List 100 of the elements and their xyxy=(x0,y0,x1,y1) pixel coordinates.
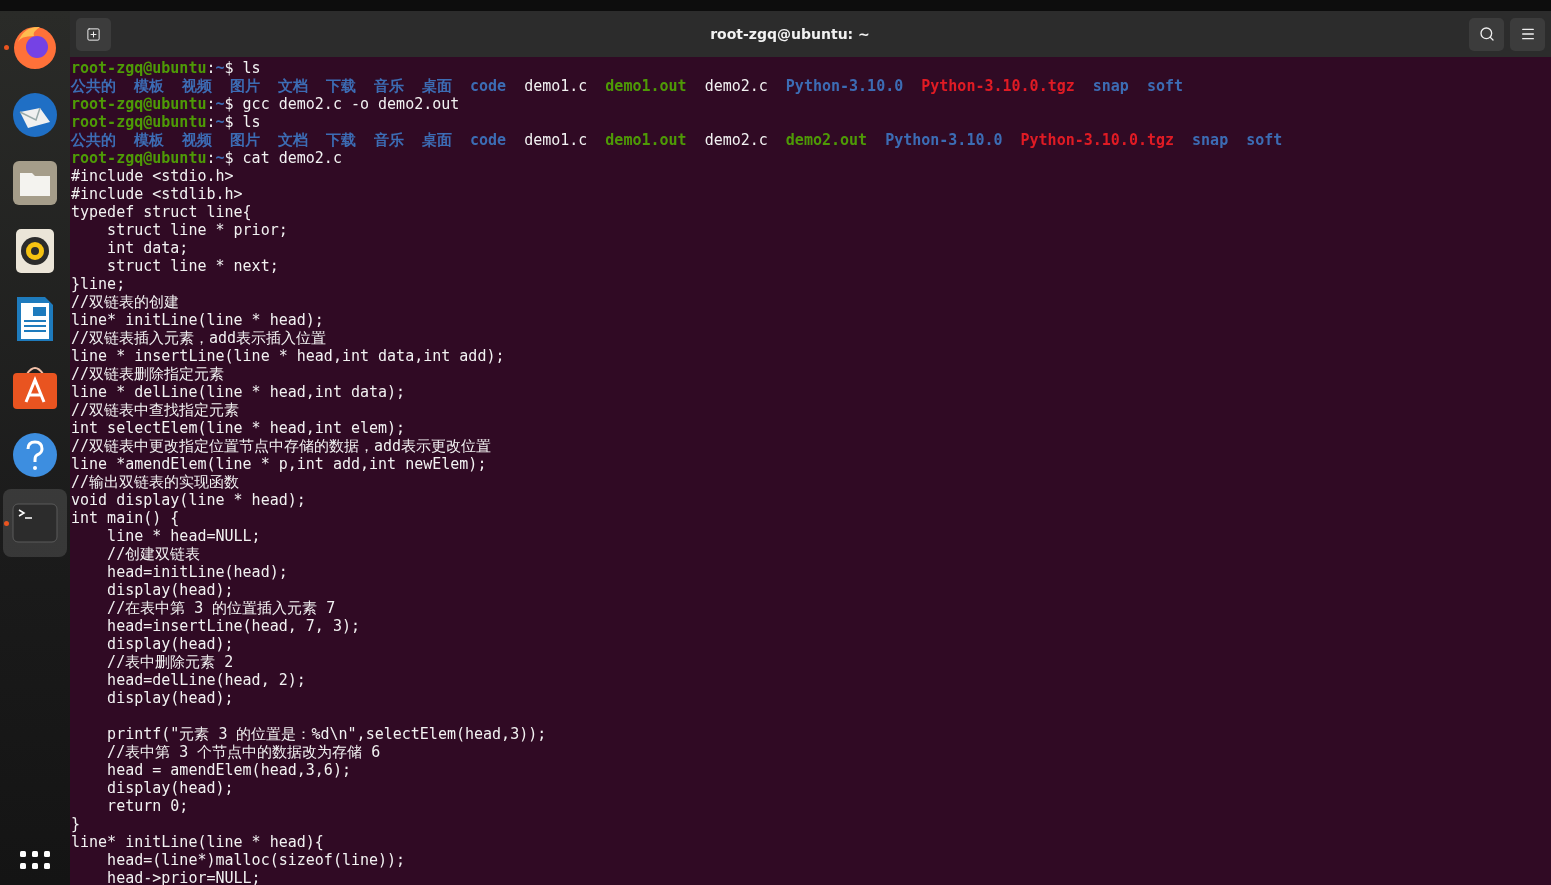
prompt-separator: : xyxy=(206,149,216,167)
command-text: $ ls xyxy=(224,59,261,77)
code-line: display(head); xyxy=(106,635,234,653)
code-line: struct line * next; xyxy=(106,257,279,275)
file-entry: 图片 xyxy=(230,131,260,149)
prompt-user: root-zgq@ubuntu xyxy=(71,113,207,131)
code-line: line * delLine(line * head,int data); xyxy=(71,383,406,401)
file-entry: code xyxy=(470,131,507,149)
prompt-user: root-zgq@ubuntu xyxy=(71,59,207,77)
code-line: //表中第 3 个节点中的数据改为存储 6 xyxy=(106,743,381,761)
code-line: head=initLine(head); xyxy=(106,563,288,581)
code-line: int selectElem(line * head,int elem); xyxy=(71,419,406,437)
file-entry: demo1.out xyxy=(605,77,687,95)
code-line: //双链表删除指定元素 xyxy=(71,365,225,383)
file-entry: 音乐 xyxy=(374,131,404,149)
file-entry: 桌面 xyxy=(422,131,452,149)
file-entry: Python-3.10.0.tgz xyxy=(1020,131,1175,149)
code-line: //双链表插入元素，add表示插入位置 xyxy=(71,329,327,347)
code-line: head=(line*)malloc(sizeof(line)); xyxy=(106,851,406,869)
file-entry: code xyxy=(470,77,507,95)
terminal-icon[interactable] xyxy=(12,503,58,543)
file-entry: 下载 xyxy=(326,77,356,95)
search-icon xyxy=(1478,26,1495,42)
code-line: head=delLine(head, 2); xyxy=(106,671,306,689)
code-line: //创建双链表 xyxy=(106,545,201,563)
code-line: void display(line * head); xyxy=(71,491,306,509)
code-line: return 0; xyxy=(106,797,189,815)
prompt-user: root-zgq@ubuntu xyxy=(71,149,207,167)
file-entry: 图片 xyxy=(230,77,260,95)
folder-icon[interactable] xyxy=(12,160,58,206)
code-line: //表中删除元素 2 xyxy=(106,653,234,671)
prompt-path: ~ xyxy=(215,113,225,131)
prompt-user: root-zgq@ubuntu xyxy=(71,95,207,113)
code-line: struct line * prior; xyxy=(106,221,288,239)
code-line: } xyxy=(71,815,81,833)
prompt-separator: : xyxy=(206,113,216,131)
file-entry: Python-3.10.0.tgz xyxy=(921,77,1075,95)
command-text: $ ls xyxy=(224,113,261,131)
code-line: //双链表的创建 xyxy=(71,293,180,311)
file-entry: 音乐 xyxy=(374,77,404,95)
code-line: //双链表中更改指定位置节点中存储的数据，add表示更改位置 xyxy=(71,437,492,455)
file-entry: demo1.out xyxy=(605,131,687,149)
shopping-bag-icon[interactable] xyxy=(12,364,58,410)
document-icon[interactable] xyxy=(15,295,55,343)
file-entry: snap xyxy=(1092,77,1129,95)
search-button[interactable] xyxy=(1469,17,1504,51)
file-entry: demo1.c xyxy=(524,77,588,95)
new-tab-button[interactable] xyxy=(76,17,111,51)
file-entry: demo2.c xyxy=(704,77,768,95)
prompt-path: ~ xyxy=(215,95,225,113)
file-entry: 模板 xyxy=(134,77,164,95)
prompt-separator: : xyxy=(206,59,216,77)
file-entry: Python-3.10.0 xyxy=(885,131,1003,149)
code-line: printf("元素 3 的位置是：%d\n",selectElem(head,3)); xyxy=(106,725,547,743)
prompt-path: ~ xyxy=(215,59,225,77)
file-entry: demo1.c xyxy=(524,131,588,149)
code-line: //在表中第 3 的位置插入元素 7 xyxy=(106,599,336,617)
prompt-separator: : xyxy=(206,95,216,113)
code-line: line *amendElem(line * p,int add,int newElem); xyxy=(71,455,487,473)
code-line: head=insertLine(head, 7, 3); xyxy=(106,617,360,635)
code-line: #include <stdio.h> xyxy=(71,167,234,185)
file-entry: demo2.out xyxy=(785,131,868,149)
menu-icon xyxy=(1519,26,1536,42)
new-tab-icon xyxy=(86,26,101,42)
help-icon[interactable] xyxy=(12,432,58,478)
code-line: display(head); xyxy=(106,581,234,599)
code-line: display(head); xyxy=(106,689,234,707)
mail-bird-icon[interactable] xyxy=(10,90,60,140)
file-entry: 桌面 xyxy=(422,77,452,95)
code-line: #include <stdlib.h> xyxy=(71,185,243,203)
code-line: //输出双链表的实现函数 xyxy=(71,473,240,491)
file-entry: 下载 xyxy=(326,131,356,149)
file-entry: 公共的 xyxy=(71,77,116,95)
file-entry: snap xyxy=(1192,131,1229,149)
code-line: int main() { xyxy=(71,509,180,527)
file-entry: 文档 xyxy=(278,131,308,149)
file-entry: Python-3.10.0 xyxy=(785,77,904,95)
file-entry: 视频 xyxy=(182,131,212,149)
file-entry: 视频 xyxy=(182,77,212,95)
speaker-icon[interactable] xyxy=(15,228,55,274)
code-line: line* initLine(line * head); xyxy=(71,311,324,329)
window-title: root-zgq@ubuntu: ~ xyxy=(710,26,870,42)
file-entry: 文档 xyxy=(278,77,308,95)
code-line: display(head); xyxy=(106,779,234,797)
code-line: }line; xyxy=(71,275,126,293)
file-entry: 模板 xyxy=(134,131,164,149)
code-line: head = amendElem(head,3,6); xyxy=(106,761,351,779)
file-entry: soft xyxy=(1146,77,1184,95)
file-entry: 公共的 xyxy=(71,131,116,149)
command-text: $ gcc demo2.c -o demo2.out xyxy=(224,95,460,113)
code-line: line* initLine(line * head){ xyxy=(71,833,324,851)
code-line: line * insertLine(line * head,int data,int add); xyxy=(71,347,505,365)
file-entry: soft xyxy=(1246,131,1283,149)
menu-button[interactable] xyxy=(1510,17,1545,51)
command-text: $ cat demo2.c xyxy=(224,149,342,167)
code-line: int data; xyxy=(106,239,189,257)
code-line: //双链表中查找指定元素 xyxy=(71,401,240,419)
prompt-path: ~ xyxy=(215,149,225,167)
code-line: typedef struct line{ xyxy=(71,203,252,221)
file-entry: demo2.c xyxy=(704,131,768,149)
